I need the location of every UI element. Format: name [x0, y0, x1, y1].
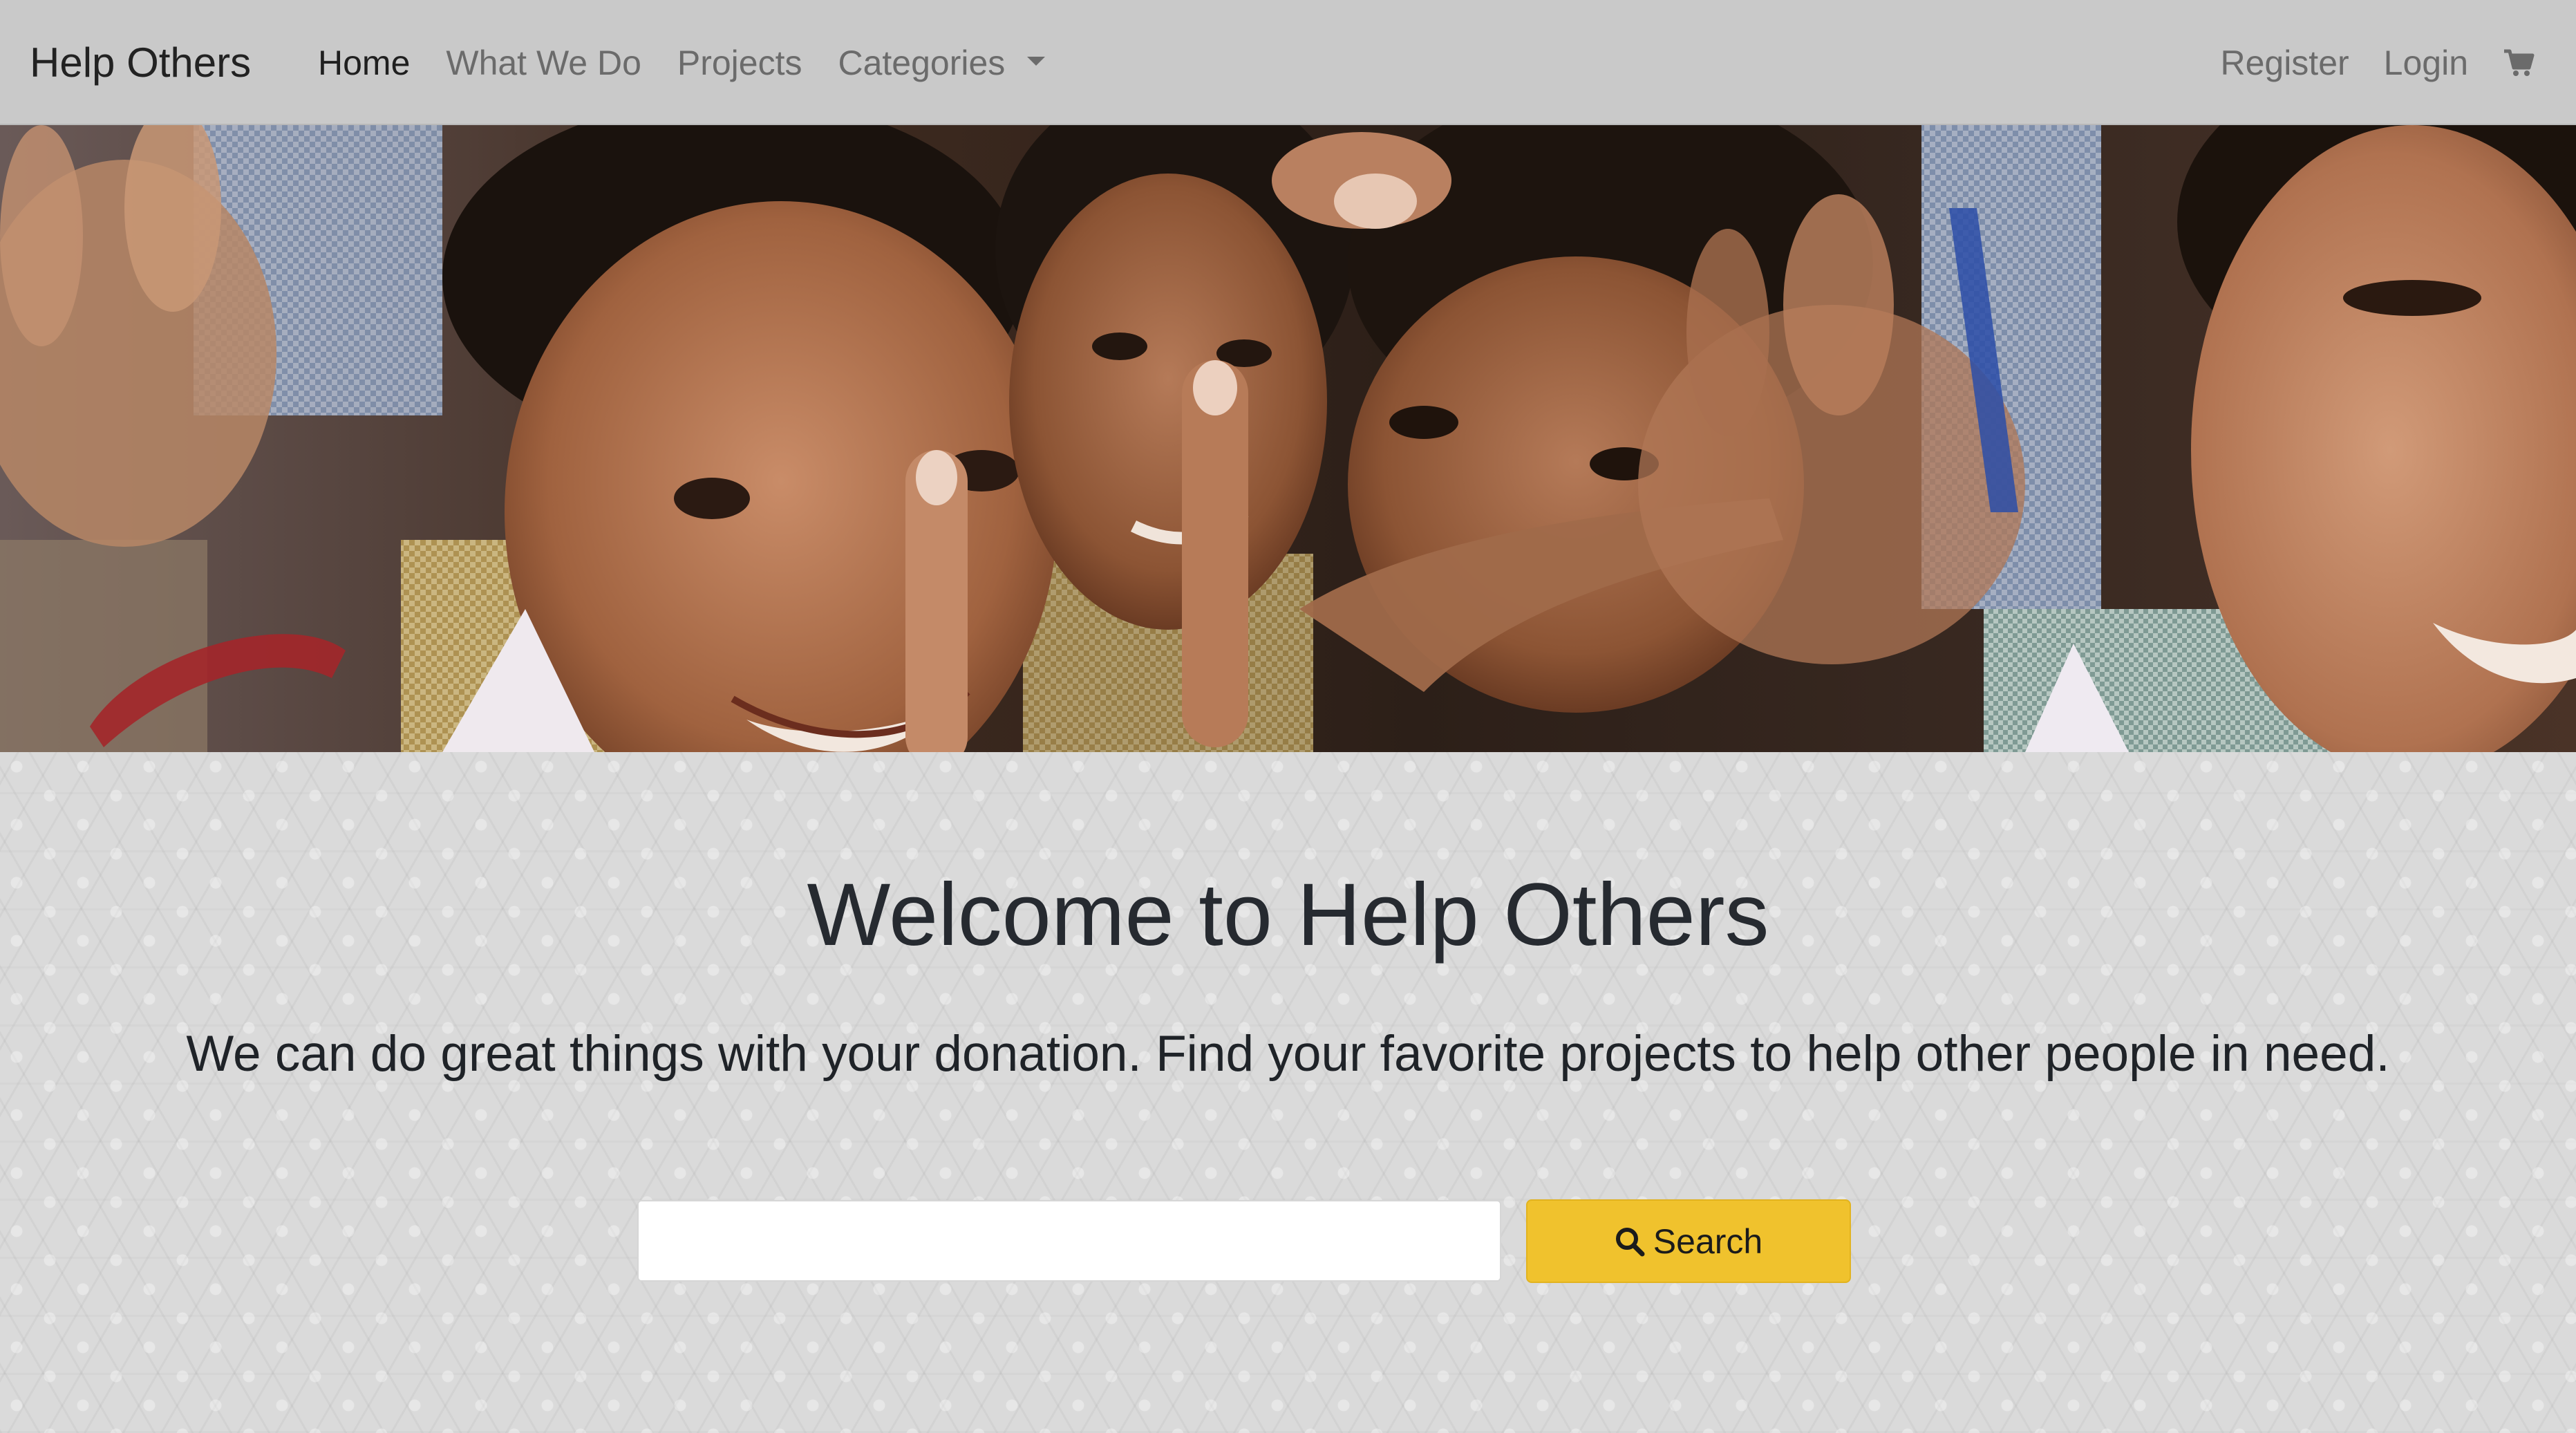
nav-projects-link[interactable]: Projects — [677, 43, 802, 83]
account-nav: Register Login — [2220, 0, 2535, 125]
shopping-cart-icon[interactable] — [2503, 48, 2535, 77]
welcome-section: Welcome to Help Others We can do great t… — [0, 752, 2576, 1433]
nav-what-we-do-link[interactable]: What We Do — [446, 43, 641, 83]
nav-categories-label: Categories — [838, 43, 1006, 82]
search-input[interactable] — [637, 1200, 1501, 1282]
search-icon — [1615, 1227, 1645, 1256]
children-photo — [0, 125, 2576, 752]
nav-home-link[interactable]: Home — [318, 43, 410, 83]
search-button[interactable]: Search — [1526, 1199, 1851, 1283]
primary-nav: Home What We Do Projects Categories — [318, 0, 1081, 125]
brand-logo-text[interactable]: Help Others — [30, 0, 251, 125]
page-subtitle: We can do great things with your donatio… — [186, 1026, 2390, 1082]
hero-banner-image — [0, 125, 2576, 752]
search-button-label: Search — [1653, 1221, 1763, 1261]
page-title: Welcome to Help Others — [807, 865, 1769, 964]
register-link[interactable]: Register — [2220, 43, 2349, 83]
top-navbar: Help Others Home What We Do Projects Cat… — [0, 0, 2576, 125]
caret-down-icon — [1027, 57, 1046, 66]
nav-categories-dropdown[interactable]: Categories — [838, 43, 1046, 83]
login-link[interactable]: Login — [2384, 43, 2468, 83]
